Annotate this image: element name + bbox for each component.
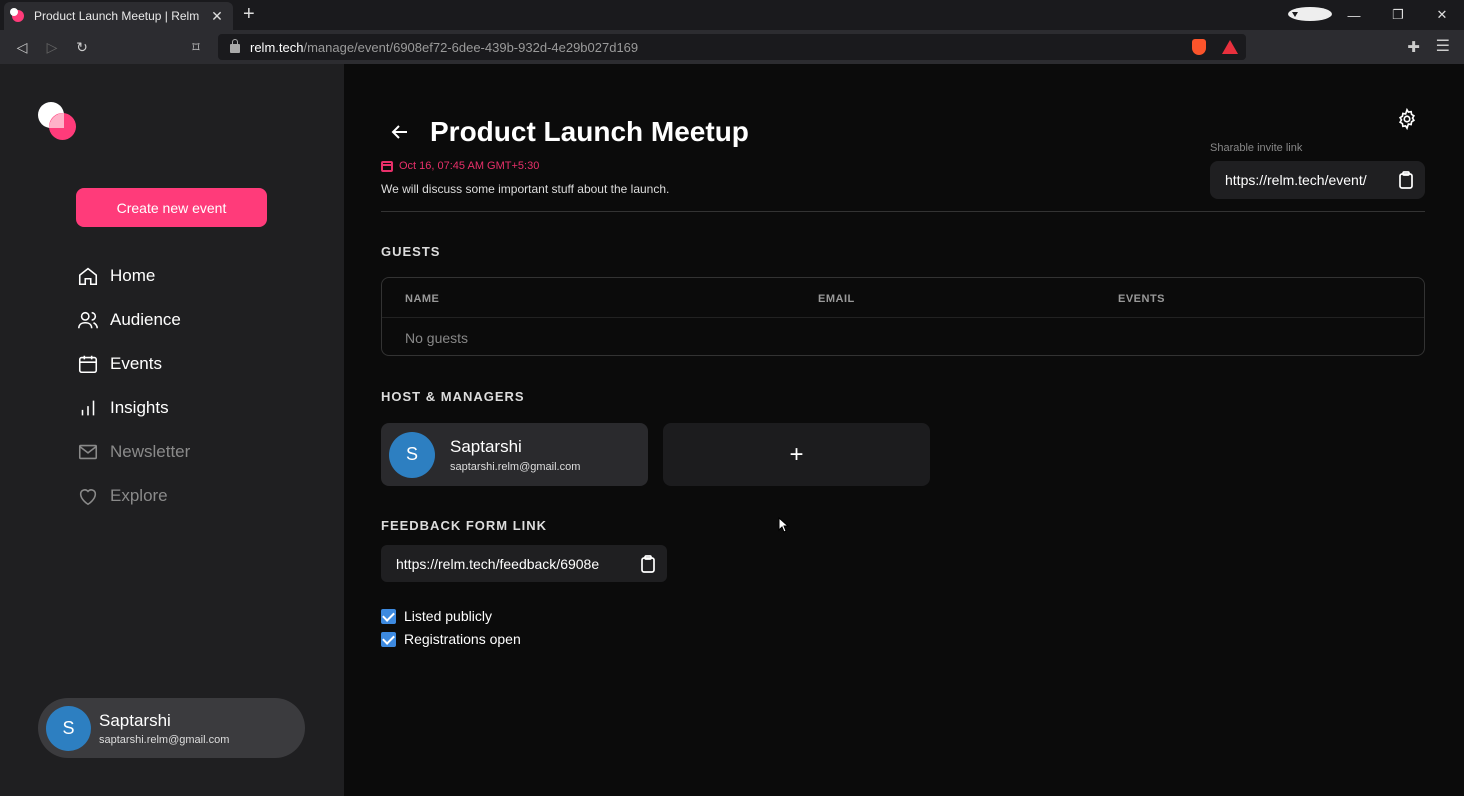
guests-section-title: GUESTS: [381, 244, 441, 259]
sidebar-item-label: Audience: [110, 310, 181, 329]
checkbox-label: Registrations open: [404, 631, 521, 647]
relm-logo[interactable]: [38, 102, 78, 142]
rewards-icon[interactable]: [1222, 40, 1238, 54]
checkbox-checked-icon[interactable]: [381, 631, 396, 647]
window-controls: — ❐ ✕: [1288, 0, 1464, 30]
users-icon: [76, 308, 100, 332]
close-window-icon[interactable]: ✕: [1420, 7, 1464, 23]
avatar: S: [389, 431, 435, 478]
sidebar-item-newsletter[interactable]: Newsletter: [76, 430, 190, 474]
host-name: Saptarshi: [450, 436, 522, 456]
table-divider: [382, 317, 1424, 318]
divider: [381, 211, 1425, 212]
calendar-icon: [381, 160, 393, 172]
event-date: Oct 16, 07:45 AM GMT+5:30: [381, 160, 539, 172]
tab-title: Product Launch Meetup | Relm: [34, 9, 200, 23]
back-nav-icon[interactable]: ◁: [12, 37, 32, 57]
home-icon: [76, 264, 100, 288]
relm-favicon-icon: [10, 8, 24, 22]
sidebar-nav: Home Audience Events Insights Newsletter…: [76, 254, 190, 518]
sidebar-item-home[interactable]: Home: [76, 254, 190, 298]
bookmark-icon[interactable]: ⌑: [186, 37, 206, 57]
tab-close-icon[interactable]: ✕: [209, 8, 225, 25]
calendar-icon: [76, 352, 100, 376]
mail-icon: [76, 440, 100, 464]
back-arrow-icon[interactable]: [390, 122, 410, 142]
user-name: Saptarshi: [99, 710, 171, 730]
main-content: Product Launch Meetup Oct 16, 07:45 AM G…: [344, 64, 1464, 796]
address-bar[interactable]: relm.tech/manage/event/6908ef72-6dee-439…: [218, 34, 1246, 60]
forward-nav-icon[interactable]: ▷: [42, 37, 62, 57]
host-card[interactable]: S Saptarshi saptarshi.relm@gmail.com: [381, 423, 648, 486]
restore-icon[interactable]: ❐: [1376, 7, 1420, 23]
empty-state-text: No guests: [405, 330, 469, 346]
browser-toolbar: ◁ ▷ ↻ ⌑ relm.tech/manage/event/6908ef72-…: [0, 30, 1464, 64]
event-date-text: Oct 16, 07:45 AM GMT+5:30: [399, 160, 540, 172]
url-host: relm.tech: [250, 39, 304, 55]
url-path: /manage/event/6908ef72-6dee-439b-932d-4e…: [303, 39, 639, 55]
user-email: saptarshi.relm@gmail.com: [99, 733, 230, 746]
lock-icon: [230, 39, 240, 53]
bar-chart-icon: [76, 396, 100, 420]
guests-table: NAME EMAIL EVENTS No guests: [381, 277, 1425, 356]
event-description: We will discuss some important stuff abo…: [381, 182, 670, 196]
add-manager-button[interactable]: +: [663, 423, 930, 486]
sidebar-item-explore[interactable]: Explore: [76, 474, 190, 518]
new-tab-icon[interactable]: +: [243, 4, 255, 24]
sidebar: Create new event Home Audience Events In…: [0, 64, 344, 796]
column-header-events[interactable]: EVENTS: [1118, 293, 1165, 305]
column-header-name[interactable]: NAME: [405, 293, 439, 305]
column-header-email[interactable]: EMAIL: [818, 293, 855, 305]
sidebar-item-label: Newsletter: [110, 442, 191, 461]
clipboard-icon[interactable]: [639, 554, 657, 573]
feedback-link-text: https://relm.tech/feedback/6908e: [396, 555, 600, 572]
sidebar-item-label: Insights: [110, 398, 169, 417]
invite-link-label: Sharable invite link: [1210, 142, 1303, 154]
heart-icon: [76, 484, 100, 508]
extensions-icon[interactable]: ✚: [1407, 38, 1420, 56]
sidebar-item-label: Home: [110, 266, 156, 285]
host-email: saptarshi.relm@gmail.com: [450, 460, 581, 473]
listed-publicly-checkbox[interactable]: Listed publicly: [381, 608, 492, 624]
user-profile-card[interactable]: S Saptarshi saptarshi.relm@gmail.com: [38, 698, 305, 758]
checkbox-checked-icon[interactable]: [381, 608, 396, 624]
checkbox-label: Listed publicly: [404, 608, 492, 624]
brave-shield-icon[interactable]: [1192, 39, 1206, 55]
sidebar-item-label: Events: [110, 354, 162, 373]
invite-link-text: https://relm.tech/event/: [1225, 172, 1367, 188]
browser-tab-bar: Product Launch Meetup | Relm ✕ + — ❐ ✕: [0, 0, 1464, 30]
sidebar-item-events[interactable]: Events: [76, 342, 190, 386]
clipboard-icon[interactable]: [1397, 171, 1415, 189]
feedback-link-field[interactable]: https://relm.tech/feedback/6908e: [381, 545, 667, 582]
minimize-icon[interactable]: —: [1332, 8, 1376, 23]
sidebar-item-label: Explore: [110, 486, 168, 505]
reload-icon[interactable]: ↻: [72, 37, 92, 57]
sidebar-item-audience[interactable]: Audience: [76, 298, 190, 342]
registrations-open-checkbox[interactable]: Registrations open: [381, 631, 521, 647]
profile-icon[interactable]: [1288, 6, 1332, 24]
gear-icon[interactable]: [1396, 107, 1418, 131]
page-title: Product Launch Meetup: [430, 116, 749, 147]
sidebar-item-insights[interactable]: Insights: [76, 386, 190, 430]
browser-tab[interactable]: Product Launch Meetup | Relm ✕: [4, 2, 233, 30]
browser-menu-icon[interactable]: ☰: [1436, 36, 1450, 56]
feedback-section-title: FEEDBACK FORM LINK: [381, 518, 548, 533]
hosts-section-title: HOST & MANAGERS: [381, 389, 525, 404]
avatar: S: [46, 705, 91, 751]
invite-link-field[interactable]: https://relm.tech/event/: [1210, 161, 1425, 199]
create-event-button[interactable]: Create new event: [76, 188, 267, 227]
